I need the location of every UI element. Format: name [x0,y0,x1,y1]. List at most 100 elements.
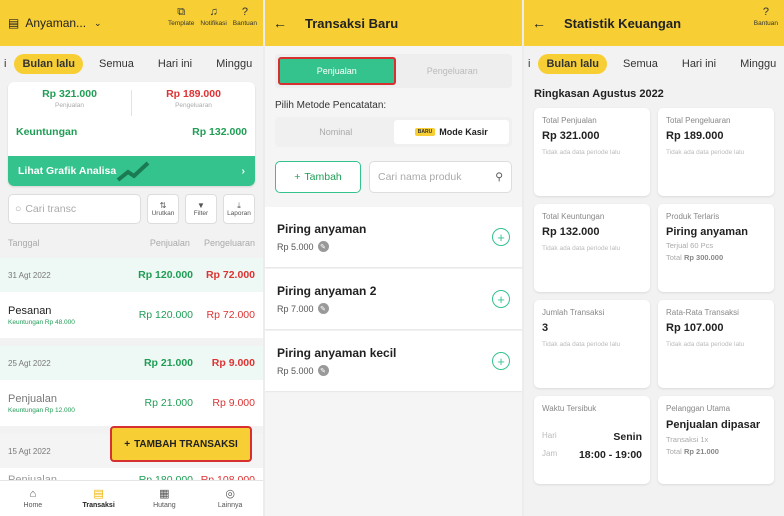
add-item-icon[interactable]: + [492,352,510,370]
nav-home[interactable]: ⌂ Home [0,481,66,516]
help-button[interactable]: ? Bantuan [754,6,778,27]
search-icon: ○ [15,203,22,215]
card-title: Produk Terlaris [666,212,720,221]
filter-label: Filter [193,210,209,217]
product-name: Piring anyaman 2 [277,284,377,298]
card-value: Rp 107.000 [666,322,724,334]
nav-transactions[interactable]: ▤ Transaksi [66,481,132,516]
chip-week[interactable]: Minggu [732,54,784,74]
list-item[interactable]: Piring anyaman Rp 5.000 ✎ + [265,207,522,267]
chip-week[interactable]: Minggu [208,54,260,74]
back-arrow-icon[interactable]: ← [532,15,546,31]
edit-icon[interactable]: ✎ [317,365,329,376]
product-price: Rp 7.000 [277,303,314,314]
chip-today[interactable]: Hari ini [674,54,724,74]
edit-icon[interactable]: ✎ [317,303,329,314]
add-product-button[interactable]: + Tambah [275,161,361,193]
sort-button[interactable]: ⇅ Urutkan [147,194,179,224]
search-input[interactable]: ○ Cari transc [8,194,141,224]
chevron-down-icon[interactable]: ⌄ [94,18,102,29]
date-row: 31 Agt 2022 Rp 120.000 Rp 72.000 [0,258,263,292]
total-expense-card: Total Pengeluaran Rp 189.000 Tidak ada dat… [658,108,774,196]
filter-button[interactable]: ▼ Filter [185,194,217,224]
table-row[interactable]: Penjualan Keuntungan Rp 12.000 Rp 21.000 Rp… [0,380,263,426]
card-note: Tidak ada data periode lalu [666,341,745,348]
tx-expense: Rp 72.000 [206,309,255,321]
top-bar: ▤ Anyaman... ⌄ ⧉ Template ♫ Notifikasi ? Ba… [0,0,263,46]
card-value: Rp 132.000 [542,226,600,238]
ledger-icon: ▦ [159,488,170,500]
table-row[interactable]: Pesanan Keuntungan Rp 48.000 Rp 120.000 Rp … [0,292,263,338]
chip-today[interactable]: Hari ini [150,54,200,74]
date-sales: Rp 120.000 [138,269,193,281]
mode-cashier-label: Mode Kasir [439,127,488,137]
back-arrow-icon[interactable]: ← [273,15,287,31]
nav-more[interactable]: ◎ Lainnya [197,481,263,516]
period-chips: i Bulan lalu Semua Hari ini Minggu [0,46,263,82]
product-price: Rp 5.000 [277,241,314,252]
tx-name: Pesanan [8,304,52,317]
transaction-type-tabs: Penjualan Pengeluaran [275,54,512,88]
plus-icon: + [294,171,301,183]
report-button[interactable]: ⤓ Laporan [223,194,255,224]
tx-profit: Keuntungan Rp 12.000 [8,406,75,414]
help-button[interactable]: ? Bantuan [233,6,257,27]
store-name[interactable]: Anyaman... [25,16,86,30]
chip-last-month[interactable]: Bulan lalu [538,54,608,74]
notification-button[interactable]: ♫ Notifikasi [200,6,226,27]
new-badge: BARU [414,128,436,136]
card-note: Tidak ada data periode lalu [542,245,621,252]
nav-home-label: Home [23,502,43,509]
date-expense: Rp 9.000 [211,357,255,369]
chip-all[interactable]: Semua [615,54,666,74]
chip-all[interactable]: Semua [91,54,142,74]
add-transaction-button[interactable]: + TAMBAH TRANSAKSI [110,426,252,462]
card-value: Rp 189.000 [666,130,724,142]
store-icon: ▤ [8,16,20,30]
help-icon: ? [241,6,248,18]
add-item-icon[interactable]: + [492,290,510,308]
product-search-input[interactable]: Cari nama produk ⚲ [369,161,512,193]
card-note: Tidak ada data periode lalu [542,149,621,156]
card-total-prefix: Total [666,253,682,262]
tab-sales[interactable]: Penjualan [278,57,396,85]
date-expense: Rp 72.000 [205,269,255,281]
mode-toggle: Nominal BARU Mode Kasir [275,117,512,147]
mode-cashier[interactable]: BARU Mode Kasir [393,120,509,144]
sort-label: Urutkan [151,210,175,217]
edit-icon[interactable]: ✎ [317,241,329,252]
card-total-prefix: Total [666,447,682,456]
page-title: Statistik Keuangan [564,15,682,31]
list-item[interactable]: Piring anyaman 2 Rp 7.000 ✎ + [265,269,522,329]
home-icon: ⌂ [29,488,37,500]
tab-expense[interactable]: Pengeluaran [396,57,510,85]
card-total-value: Rp 21.000 [683,447,719,456]
top-bar: ← Statistik Keuangan ? Bantuan [524,0,784,46]
card-total: Total Rp 21.000 [666,447,766,456]
sales-label: Penjualan [55,102,84,109]
template-button[interactable]: ⧉ Template [168,6,194,27]
add-item-icon[interactable]: + [492,228,510,246]
chart-link-button[interactable]: Lihat Grafik Analisa › [8,156,255,186]
mode-nominal[interactable]: Nominal [278,120,394,144]
download-icon: ⤓ [237,201,241,210]
chip-last-month[interactable]: Bulan lalu [14,54,84,74]
card-value: Rp 321.000 [542,130,600,142]
add-product-label: Tambah [304,171,342,183]
nav-transactions-label: Transaksi [82,502,115,509]
bottom-nav: ⌂ Home ▤ Transaksi ▦ Hutang ◎ Lainnya [0,480,263,516]
statistics-screen: ← Statistik Keuangan ? Bantuan i Bulan la… [524,0,784,516]
product-name: Piring anyaman kecil [277,346,397,360]
tx-profit: Keuntungan Rp 48.000 [8,318,75,326]
list-item[interactable]: Piring anyaman kecil Rp 5.000 ✎ + [265,331,522,391]
date-row: 25 Agt 2022 Rp 21.000 Rp 9.000 [0,346,263,380]
page-title: Transaksi Baru [305,15,399,31]
summary-card: Rp 321.000 Penjualan Rp 189.000 Pengeluara… [8,82,255,186]
nav-debt[interactable]: ▦ Hutang [132,481,198,516]
avg-tx-card: Rata-Rata Transaksi Rp 107.000 Tidak ada d… [658,300,774,388]
tx-sales: Rp 21.000 [144,397,193,409]
card-note: Tidak ada data periode lalu [542,341,621,348]
header-sales: Penjualan [149,238,190,248]
card-title: Waktu Tersibuk [542,404,597,413]
